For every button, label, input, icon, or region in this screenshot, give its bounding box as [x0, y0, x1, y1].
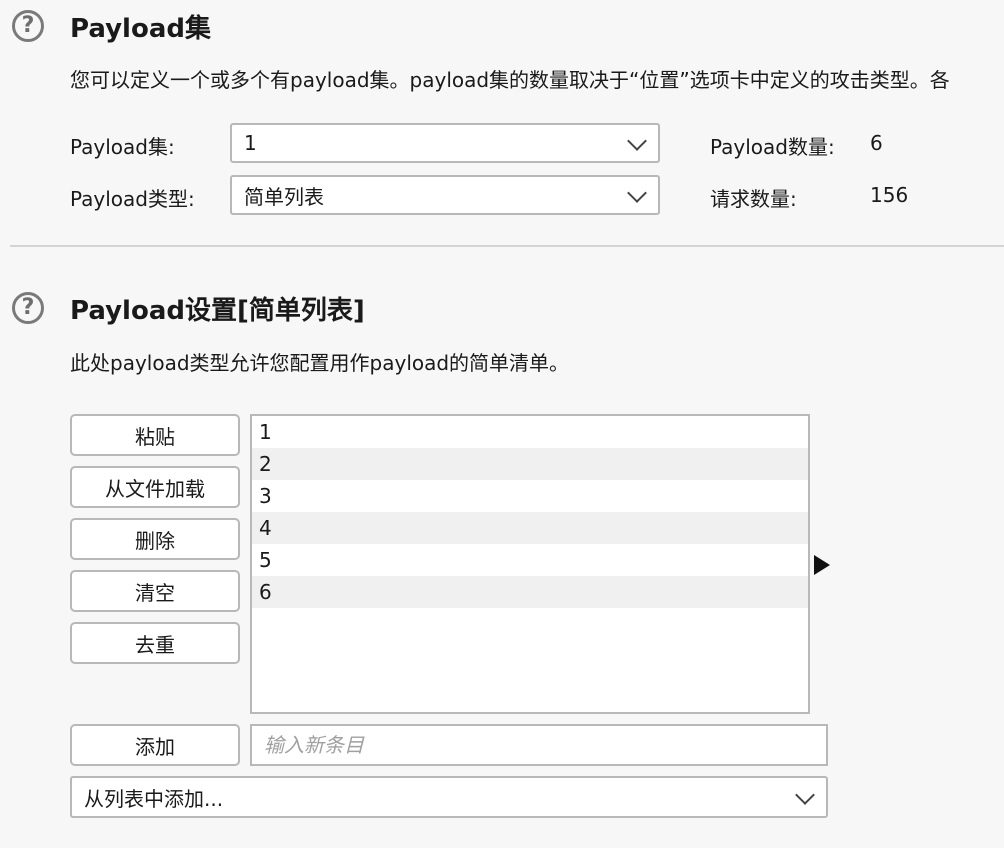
payload-set-value: 1 [244, 131, 257, 155]
chevron-down-icon [627, 131, 647, 151]
payload-type-label: Payload类型: [70, 187, 195, 211]
payload-type-select[interactable]: 简单列表 [230, 175, 660, 215]
payload-count-value: 6 [870, 131, 883, 155]
payload-set-select[interactable]: 1 [230, 123, 660, 163]
section-divider [10, 245, 1004, 247]
deduplicate-button[interactable]: 去重 [70, 622, 240, 664]
paste-button[interactable]: 粘贴 [70, 414, 240, 456]
help-icon[interactable]: ? [12, 292, 44, 324]
payload-list[interactable]: 1 2 3 4 5 6 [250, 414, 810, 714]
new-item-input[interactable] [250, 724, 828, 766]
payload-settings-title: Payload设置[简单列表] [70, 296, 365, 326]
payload-sets-description: 您可以定义一个或多个有payload集。payload集的数量取决于“位置”选项… [70, 68, 950, 92]
list-item[interactable]: 2 [252, 448, 808, 480]
add-button[interactable]: 添加 [70, 724, 240, 766]
payload-type-value: 简单列表 [244, 184, 324, 209]
remove-button[interactable]: 删除 [70, 518, 240, 560]
payload-set-label: Payload集: [70, 135, 175, 159]
clear-button[interactable]: 清空 [70, 570, 240, 612]
list-item[interactable]: 1 [252, 416, 808, 448]
add-from-list-select[interactable]: 从列表中添加... [70, 776, 828, 818]
triangle-right-icon[interactable] [814, 555, 830, 575]
list-item[interactable]: 3 [252, 480, 808, 512]
payload-sets-title: Payload集 [70, 14, 211, 44]
list-item[interactable]: 6 [252, 576, 808, 608]
request-count-value: 156 [870, 183, 909, 207]
list-item[interactable]: 5 [252, 544, 808, 576]
payload-settings-description: 此处payload类型允许您配置用作payload的简单清单。 [70, 351, 570, 375]
request-count-label: 请求数量: [710, 187, 797, 211]
load-button[interactable]: 从文件加载 [70, 466, 240, 508]
list-item[interactable]: 4 [252, 512, 808, 544]
add-from-list-value: 从列表中添加... [84, 786, 224, 811]
chevron-down-icon [627, 183, 647, 203]
help-icon[interactable]: ? [12, 10, 44, 42]
chevron-down-icon [795, 785, 815, 805]
payload-count-label: Payload数量: [710, 135, 835, 159]
